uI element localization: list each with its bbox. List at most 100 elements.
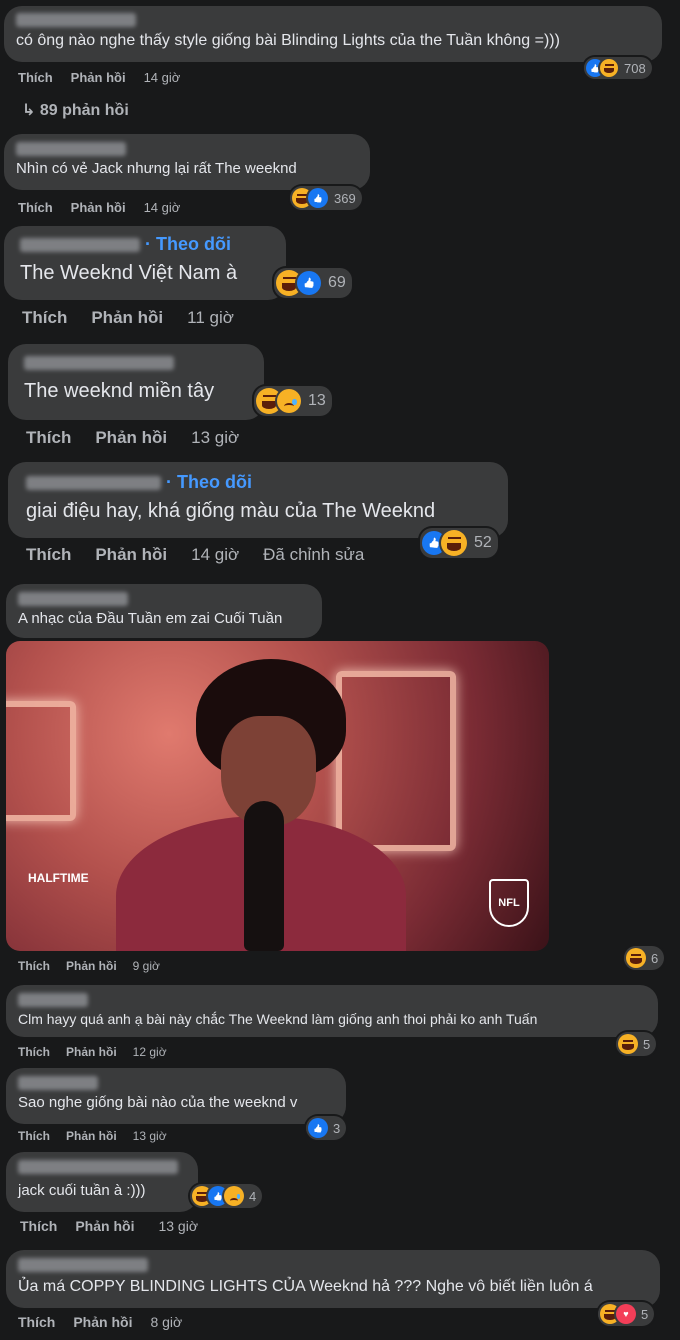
like-icon (308, 1118, 328, 1138)
reply-link[interactable]: Phản hồi (73, 1314, 132, 1330)
nfl-logo: NFL (489, 879, 529, 927)
comment-actions: Thích Phản hồi 14 giờ (18, 70, 180, 85)
reaction-summary[interactable]: 708 (584, 57, 652, 79)
reply-link[interactable]: Phản hồi (71, 200, 126, 215)
like-icon (308, 188, 328, 208)
follow-link[interactable]: · Theo dõi (166, 472, 252, 492)
love-icon (616, 1304, 636, 1324)
reaction-summary[interactable]: 13 (254, 386, 332, 416)
blurred-author-name[interactable] (24, 355, 174, 370)
comment-actions: Thích Phản hồi 8 giờ (18, 1314, 182, 1330)
reply-link[interactable]: Phản hồi (66, 959, 117, 973)
reply-link[interactable]: Phản hồi (75, 1218, 134, 1234)
comment-bubble: Clm hayy quá anh ạ bài này chắc The Week… (6, 985, 658, 1037)
reaction-summary[interactable]: 4 (190, 1184, 263, 1208)
like-link[interactable]: Thích (22, 308, 67, 328)
comment-time[interactable]: 14 giờ (144, 200, 181, 215)
halftime-logo: HALFTIME (28, 871, 89, 885)
like-icon (297, 271, 321, 295)
blurred-author-name[interactable] (18, 1075, 98, 1090)
comment-text: Ủa má COPPY BLINDING LIGHTS CỦA Weeknd h… (18, 1278, 593, 1295)
comment-actions: Thích Phản hồi 12 giờ (18, 1045, 167, 1059)
comment-actions: Thích Phản hồi 9 giờ (18, 959, 160, 973)
comment-actions: Thích Phản hồi 14 giờ (18, 200, 180, 215)
comment-bubble: có ông nào nghe thấy style giống bài Bli… (4, 6, 662, 62)
comment-actions: Thích Phản hồi 11 giờ (22, 308, 234, 328)
comment-text: Clm hayy quá anh ạ bài này chắc The Week… (18, 1011, 538, 1027)
reaction-count: 5 (643, 1036, 651, 1052)
comment-text: The weeknd miền tây (24, 380, 215, 402)
reaction-summary[interactable]: 52 (420, 528, 498, 558)
reaction-summary[interactable]: 5 (616, 1032, 657, 1056)
neon-frame (6, 701, 76, 821)
microphone (244, 801, 284, 951)
reaction-summary[interactable]: 3 (306, 1116, 347, 1140)
like-link[interactable]: Thích (18, 200, 53, 215)
reaction-summary[interactable]: 69 (274, 268, 352, 298)
comment-time[interactable]: 8 giờ (150, 1314, 182, 1330)
like-link[interactable]: Thích (18, 70, 53, 85)
blurred-author-name[interactable] (18, 992, 88, 1007)
follow-link[interactable]: · Theo dõi (145, 234, 231, 254)
comment-text: có ông nào nghe thấy style giống bài Bli… (16, 32, 560, 49)
comment-bubble: jack cuối tuần à :))) (6, 1152, 198, 1212)
blurred-author-name[interactable] (18, 1159, 178, 1174)
reply-link[interactable]: Phản hồi (71, 70, 126, 85)
reply-arrow-icon: ↳ (22, 102, 40, 119)
reaction-count: 69 (328, 274, 346, 291)
comment-actions: Thích Phản hồi 13 giờ (20, 1218, 198, 1234)
reaction-count: 13 (308, 392, 326, 409)
comment-text: giai điệu hay, khá giống màu của The Wee… (26, 500, 436, 522)
like-link[interactable]: Thích (26, 545, 71, 565)
like-link[interactable]: Thích (18, 1129, 50, 1143)
comment-time[interactable]: 14 giờ (144, 70, 181, 85)
comment-bubble: Sao nghe giống bài nào của the weeknd v (6, 1068, 346, 1124)
haha-icon (626, 948, 646, 968)
comment-bubble: A nhạc của Đầu Tuần em zai Cuối Tuần (6, 584, 322, 638)
comment-time[interactable]: 14 giờ (191, 545, 239, 565)
like-link[interactable]: Thích (26, 428, 71, 448)
blurred-author-name[interactable] (18, 591, 128, 606)
edited-label: Đã chỉnh sửa (263, 545, 365, 564)
reaction-summary[interactable]: 369 (290, 186, 362, 210)
haha-icon (618, 1034, 638, 1054)
haha-icon (600, 59, 618, 77)
reply-link[interactable]: Phản hồi (95, 428, 167, 448)
like-link[interactable]: Thích (20, 1218, 57, 1234)
comment-time[interactable]: 13 giờ (133, 1129, 167, 1143)
comment-text: Nhìn có vẻ Jack nhưng lại rất The weeknd (16, 160, 297, 177)
blurred-author-name[interactable] (16, 12, 136, 27)
like-link[interactable]: Thích (18, 1045, 50, 1059)
comment-time[interactable]: 11 giờ (187, 308, 234, 328)
view-replies-link[interactable]: ↳ 89 phản hồi (22, 100, 129, 120)
reply-link[interactable]: Phản hồi (66, 1129, 117, 1143)
comment-time[interactable]: 12 giờ (133, 1045, 167, 1059)
reply-link[interactable]: Phản hồi (91, 308, 163, 328)
comment-time[interactable]: 13 giờ (191, 428, 239, 448)
comment-bubble: The weeknd miền tây (8, 344, 264, 420)
reaction-count: 52 (474, 534, 492, 551)
reaction-summary[interactable]: 6 (624, 946, 665, 970)
comment-bubble: · Theo dõi giai điệu hay, khá giống màu … (8, 462, 508, 538)
blurred-author-name[interactable] (26, 476, 161, 491)
reaction-count: 708 (624, 60, 646, 76)
comment-time[interactable]: 13 giờ (158, 1218, 198, 1234)
blurred-author-name[interactable] (18, 1257, 148, 1272)
comment-time[interactable]: 9 giờ (133, 959, 160, 973)
sad-icon (224, 1186, 244, 1206)
comment-bubble: Nhìn có vẻ Jack nhưng lại rất The weeknd (4, 134, 370, 190)
blurred-author-name[interactable] (16, 141, 126, 156)
neon-frame (336, 671, 456, 851)
reaction-summary[interactable]: 5 (598, 1302, 655, 1326)
reply-link[interactable]: Phản hồi (95, 545, 167, 565)
blurred-author-name[interactable] (20, 238, 140, 253)
reaction-count: 3 (333, 1120, 341, 1136)
haha-icon (441, 530, 467, 556)
like-link[interactable]: Thích (18, 1314, 55, 1330)
gif-attachment[interactable]: HALFTIME NFL (6, 641, 549, 951)
like-link[interactable]: Thích (18, 959, 50, 973)
comment-text: Sao nghe giống bài nào của the weeknd v (18, 1094, 298, 1111)
comment-actions: Thích Phản hồi 13 giờ (26, 428, 239, 448)
reply-link[interactable]: Phản hồi (66, 1045, 117, 1059)
reaction-count: 6 (651, 950, 659, 966)
